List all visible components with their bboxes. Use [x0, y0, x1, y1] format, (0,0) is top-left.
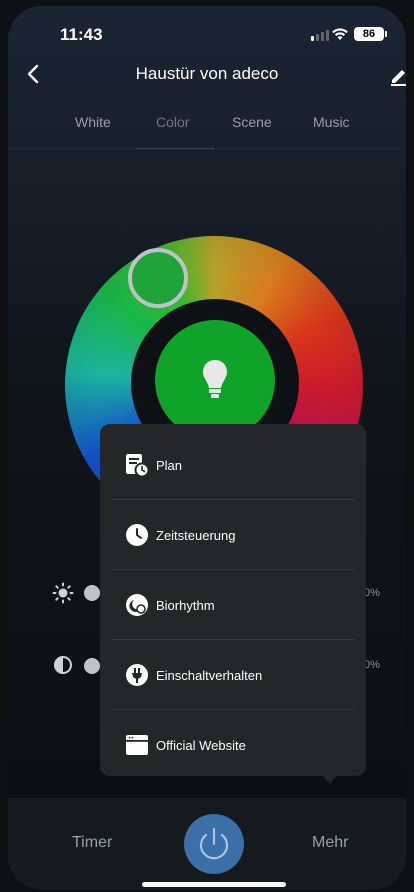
brightness-icon — [52, 582, 74, 604]
menu-item-label: Biorhythm — [156, 598, 215, 613]
more-button[interactable]: Mehr — [312, 834, 348, 852]
edit-pencil-icon[interactable] — [388, 64, 406, 86]
page-title: Haustür von adeco — [135, 64, 279, 83]
timer-button[interactable]: Timer — [72, 834, 112, 852]
menu-item-label: Plan — [156, 458, 183, 473]
menu-item-label: Einschaltverhalten — [156, 668, 263, 683]
menu-item-zeitsteuerung[interactable]: Zeitsteuerung — [100, 500, 366, 570]
brightness-slider-knob[interactable] — [84, 585, 100, 601]
phone-screen: 11:43 86 Haustür von adeco White Color S… — [8, 6, 406, 890]
plug-icon — [126, 664, 148, 686]
color-picker-handle[interactable] — [128, 248, 188, 308]
wifi-icon — [332, 28, 348, 40]
contrast-icon — [54, 656, 72, 674]
menu-item-label: Zeitsteuerung — [156, 528, 236, 543]
menu-pointer — [320, 772, 340, 784]
status-bar: 11:43 86 — [8, 6, 406, 54]
clock-icon — [126, 524, 148, 546]
tab-white[interactable]: White — [75, 114, 111, 130]
light-bulb-icon — [203, 360, 227, 398]
tab-scene[interactable]: Scene — [232, 114, 272, 130]
browser-icon — [126, 735, 148, 755]
schedule-icon — [126, 454, 150, 478]
status-time: 11:43 — [60, 25, 103, 44]
tab-music[interactable]: Music — [313, 114, 350, 130]
brightness-value: 0% — [364, 587, 380, 599]
more-menu: Plan Zeitsteuerung Biorhythm Einschaltve… — [100, 424, 366, 776]
tab-color[interactable]: Color — [156, 114, 189, 130]
menu-item-biorhythm[interactable]: Biorhythm — [100, 570, 366, 640]
menu-item-einschaltverhalten[interactable]: Einschaltverhalten — [100, 640, 366, 710]
contrast-slider-knob[interactable] — [84, 658, 100, 674]
menu-item-plan[interactable]: Plan — [100, 430, 366, 500]
battery-icon: 86 — [354, 27, 387, 41]
power-button[interactable] — [184, 814, 244, 874]
cellular-signal-icon — [311, 30, 329, 41]
home-indicator — [142, 882, 286, 887]
menu-item-official-website[interactable]: Official Website — [100, 710, 366, 780]
menu-item-label: Official Website — [156, 738, 246, 753]
mode-tabs: White Color Scene Music — [8, 114, 406, 150]
tabs-divider — [8, 149, 406, 150]
biorhythm-icon — [126, 594, 148, 616]
contrast-value: 0% — [364, 659, 380, 671]
power-icon — [199, 827, 229, 860]
